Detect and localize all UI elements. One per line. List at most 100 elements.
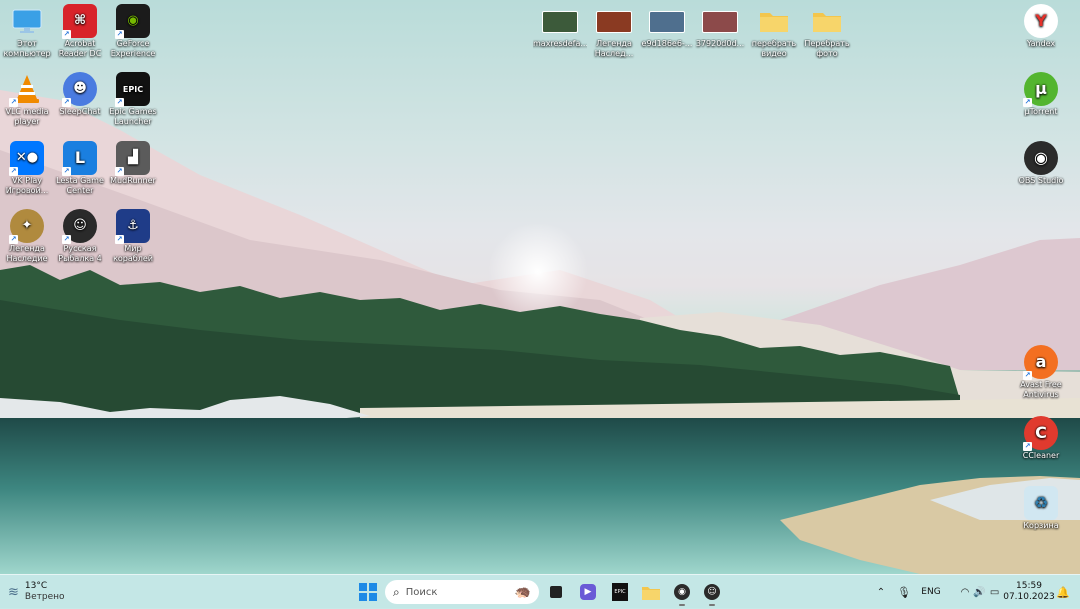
desktop-icon-label: Легенда Наслед... [594,39,634,58]
clock-date: 07.10.2023 [1003,592,1055,602]
shortcut-arrow-icon: ↗ [115,98,124,107]
desktop-icon-ccleaner[interactable]: C ↗ CCleaner [1014,416,1068,461]
desktop-icon-label: MudRunner [110,176,156,185]
lesta-icon: L ↗ [62,141,97,176]
desktop-file-maxresdefault[interactable]: maxresdefa... [533,4,587,49]
task-view-button[interactable] [543,579,569,605]
desktop-file-legend-image[interactable]: Легенда Наслед... [587,4,641,59]
running-indicator [709,604,715,606]
desktop-icon-label: Корзина [1023,521,1059,530]
yandex-icon: Y [1024,4,1058,38]
desktop-icon-label: 37920d0d... [695,39,745,48]
shortcut-arrow-icon: ↗ [62,98,71,107]
desktop-wallpaper [0,90,1080,574]
epic-games-icon: EPIC [612,583,628,601]
show-hidden-icons-button[interactable]: ⌃ [872,583,890,601]
language-indicator[interactable]: ENG [918,583,944,601]
search-highlight-icon: 🦔 [514,584,531,600]
acrobat-icon: ⌘ ↗ [62,4,97,39]
desktop-folder-videos[interactable]: перебрать видео [747,4,801,59]
taskbar-app-russian-fishing[interactable]: ☺ [699,579,725,606]
folder-icon [810,4,844,38]
desktop-icon-russian-fishing[interactable]: ☺ ↗ Русская Рыбалка 4 [53,209,107,264]
epic-games-icon: EPIC ↗ [115,72,150,107]
desktop-icon-this-pc[interactable]: Этот компьютер [0,4,54,59]
microphone-button[interactable]: 🎙 [895,583,913,601]
taskbar-search-box[interactable]: ⌕ Поиск 🦔 [385,580,539,604]
taskbar: ≋ 13°C Ветрено ⌕ Поиск 🦔 ▶ EPIC ◉ ☺ ⌃ 🎙 … [0,574,1080,609]
image-thumb-icon [596,11,632,33]
chevron-up-icon: ⌃ [876,586,886,598]
recycle-bin-icon: ♻ [1024,486,1058,520]
fishing-icon: ☺ [704,584,720,600]
notifications-button[interactable]: 🔔 [1055,583,1071,601]
mudrunner-icon: ▟ ↗ [115,141,150,176]
desktop-icon-label: Этот компьютер [3,39,51,58]
shortcut-arrow-icon: ↗ [62,167,71,176]
weather-widget[interactable]: ≋ 13°C Ветрено [8,581,88,603]
desktop-icon-yandex[interactable]: Y Yandex [1014,4,1068,49]
wind-icon: ≋ [8,584,19,600]
desktop-file-e9d186e6[interactable]: e9d186e6-... [640,4,694,49]
desktop-icon-label: Acrobat Reader DC [58,39,102,58]
wifi-icon: ◠ [960,586,970,598]
desktop-icon-label: перебрать видео [751,39,797,58]
desktop-icon-sleepchat[interactable]: ☻ ↗ SleepChat [53,72,107,117]
quick-settings-button[interactable]: ◠ 🔊 ▭ [950,581,1010,603]
desktop-file-37920d0d[interactable]: 37920d0d... [693,4,747,49]
desktop-icon-label: GeForce Experience [110,39,156,58]
desktop-icon-label: Epic Games Launcher [109,107,157,126]
desktop-icon-lesta[interactable]: L ↗ Lesta Game Center [53,141,107,196]
windows-logo-icon [359,583,377,601]
desktop-icon-recycle-bin[interactable]: ♻ Корзина [1014,486,1068,531]
taskbar-app-epic-games[interactable]: EPIC [607,579,633,605]
taskbar-app-file-explorer[interactable] [638,579,664,605]
desktop-icon-label: VLC media player [5,107,49,126]
clock[interactable]: 15:59 07.10.2023 [1003,579,1055,605]
desktop-icon-label: Мир кораблей [113,244,153,263]
volume-icon: 🔊 [973,586,986,598]
desktop-icon-vk-play[interactable]: ✕● ↗ VK Play Игровой... [0,141,54,196]
ships-icon: ⚓ ↗ [115,209,150,244]
taskbar-app-chat[interactable]: ▶ [575,579,601,605]
battery-icon: ▭ [989,586,1000,598]
desktop-icon-label: CCleaner [1022,451,1060,460]
desktop-icon-obs-studio[interactable]: ◉ OBS Studio [1014,141,1068,186]
taskbar-app-obs[interactable]: ◉ [669,579,695,606]
ccleaner-icon: C ↗ [1023,416,1058,451]
desktop-icon-utorrent[interactable]: µ ↗ µTorrent [1014,72,1068,117]
desktop-icon-label: Легенда Наследие [6,244,48,263]
desktop-icon-legend[interactable]: ✦ ↗ Легенда Наследие [0,209,54,264]
monitor-icon [10,4,44,38]
legend-icon: ✦ ↗ [9,209,44,244]
shortcut-arrow-icon: ↗ [62,235,71,244]
microphone-icon: 🎙 [897,585,911,599]
sleepchat-icon: ☻ ↗ [62,72,97,107]
weather-temperature: 13°C [24,581,48,591]
shortcut-arrow-icon: ↗ [1023,371,1032,380]
shortcut-arrow-icon: ↗ [115,30,124,39]
desktop-icon-avast[interactable]: a ↗ Avast Free Antivirus [1014,345,1068,400]
task-view-icon [550,586,562,598]
desktop-icon-label: OBS Studio [1018,176,1064,185]
desktop-icon-geforce-experience[interactable]: ◉ ↗ GeForce Experience [106,4,160,59]
fishing-icon: ☺ ↗ [62,209,97,244]
desktop-icon-label: Перебрать фото [804,39,850,58]
desktop-folder-photos[interactable]: Перебрать фото [800,4,854,59]
desktop-icon-vlc[interactable]: ↗ VLC media player [0,72,54,127]
obs-icon: ◉ [1024,141,1058,175]
desktop-icon-label: µTorrent [1024,107,1058,116]
image-thumb-icon [702,11,738,33]
desktop-icon-epic-games[interactable]: EPIC ↗ Epic Games Launcher [106,72,160,127]
desktop-icon-mudrunner[interactable]: ▟ ↗ MudRunner [106,141,160,186]
shortcut-arrow-icon: ↗ [9,235,18,244]
desktop-icon-label: maxresdefa... [533,39,587,48]
chat-icon: ▶ [580,584,596,600]
vlc-icon: ↗ [9,72,44,107]
shortcut-arrow-icon: ↗ [115,167,124,176]
utorrent-icon: µ ↗ [1023,72,1058,107]
desktop-icon-world-of-ships[interactable]: ⚓ ↗ Мир кораблей [106,209,160,264]
desktop-icon-acrobat-reader[interactable]: ⌘ ↗ Acrobat Reader DC [53,4,107,59]
search-placeholder: Поиск [405,586,438,598]
start-button[interactable] [355,579,381,605]
